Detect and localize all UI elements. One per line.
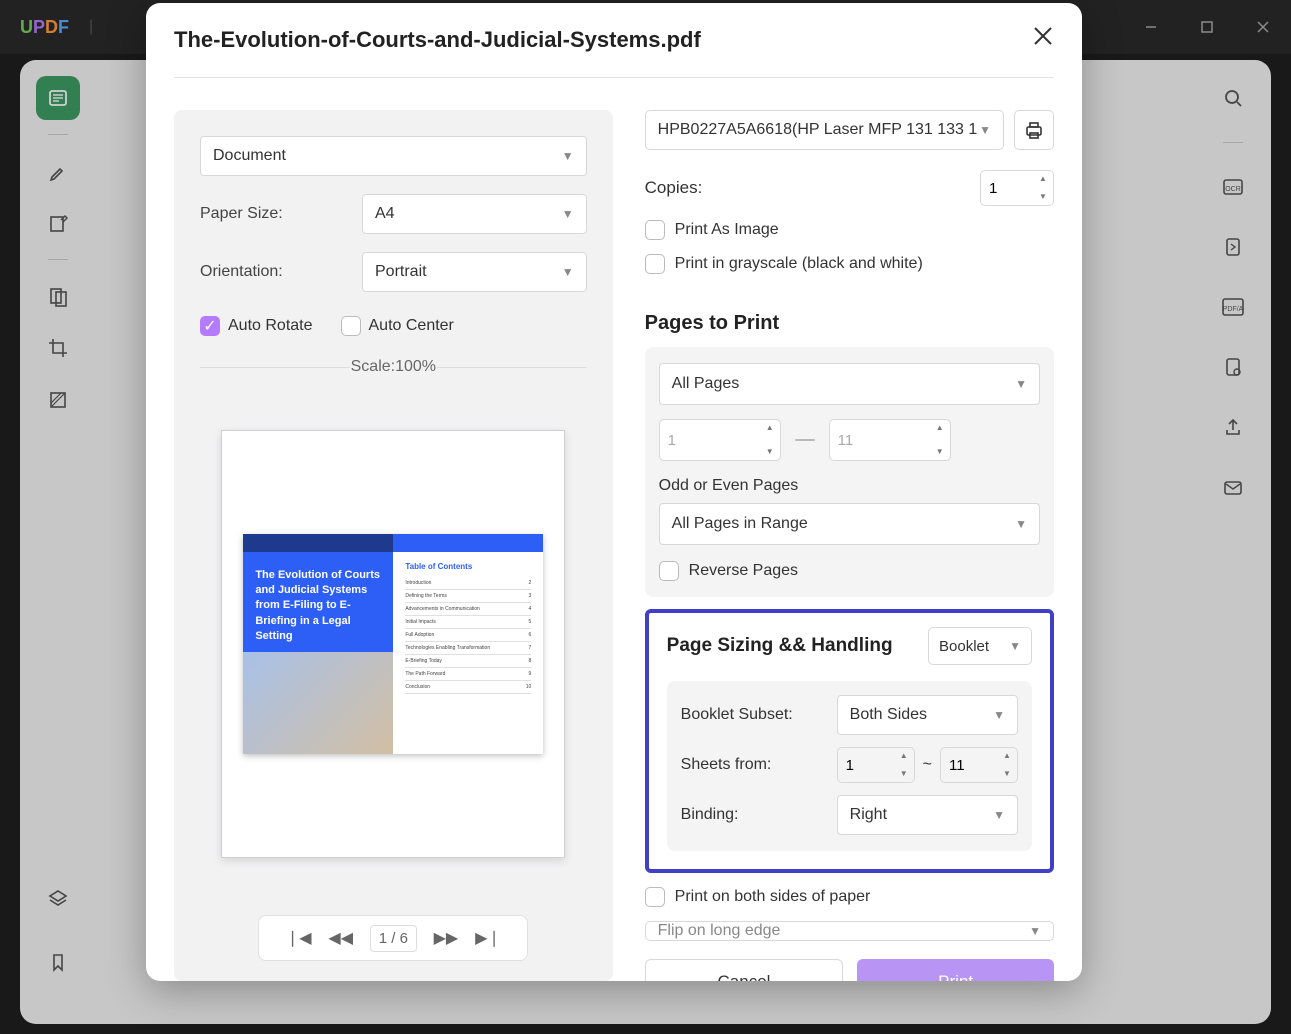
print-mode-value: Document xyxy=(213,147,286,165)
paper-size-select[interactable]: A4 ▼ xyxy=(362,194,587,234)
range-to-field[interactable]: ▲▼ xyxy=(829,419,951,461)
print-dialog: The-Evolution-of-Courts-and-Judicial-Sys… xyxy=(146,3,1082,981)
grayscale-label: Print in grayscale (black and white) xyxy=(675,255,923,273)
step-down[interactable]: ▼ xyxy=(999,768,1015,780)
step-up[interactable]: ▲ xyxy=(932,422,948,434)
preview-pager: ❘◀ ◀◀ 1 / 6 ▶▶ ▶❘ xyxy=(258,915,528,961)
flip-select[interactable]: Flip on long edge ▼ xyxy=(645,921,1054,941)
auto-rotate-checkbox[interactable]: ✓ Auto Rotate xyxy=(200,316,313,336)
print-button[interactable]: Print xyxy=(857,959,1054,981)
checkbox-icon xyxy=(341,316,361,336)
paper-size-value: A4 xyxy=(375,205,395,223)
checkbox-icon xyxy=(645,254,665,274)
printer-properties-button[interactable] xyxy=(1014,110,1054,150)
reverse-pages-checkbox[interactable]: Reverse Pages xyxy=(659,561,1040,581)
odd-even-label: Odd or Even Pages xyxy=(659,477,1040,495)
flip-value: Flip on long edge xyxy=(658,922,781,940)
grayscale-checkbox[interactable]: Print in grayscale (black and white) xyxy=(645,254,1054,274)
prev-page-button[interactable]: ◀◀ xyxy=(328,925,354,951)
paper-size-label: Paper Size: xyxy=(200,205,350,223)
sheets-from-input[interactable] xyxy=(838,757,888,774)
chevron-down-icon: ▼ xyxy=(562,265,574,279)
copies-input[interactable] xyxy=(981,180,1031,197)
close-icon[interactable] xyxy=(1032,25,1054,52)
chevron-down-icon: ▼ xyxy=(993,708,1005,722)
first-page-button[interactable]: ❘◀ xyxy=(286,925,312,951)
chevron-down-icon: ▼ xyxy=(1029,924,1041,938)
step-up[interactable]: ▲ xyxy=(762,422,778,434)
booklet-subset-value: Both Sides xyxy=(850,706,927,724)
copies-label: Copies: xyxy=(645,178,703,198)
step-up[interactable]: ▲ xyxy=(896,750,912,762)
sizing-mode-value: Booklet xyxy=(939,638,989,655)
page-preview: The Evolution of Courts and Judicial Sys… xyxy=(221,430,565,858)
step-down[interactable]: ▼ xyxy=(932,446,948,458)
total-pages: 6 xyxy=(400,930,408,947)
sheets-to-field[interactable]: ▲▼ xyxy=(940,747,1018,783)
toc-title: Table of Contents xyxy=(405,562,531,571)
print-mode-select[interactable]: Document ▼ xyxy=(200,136,587,176)
current-page: 1 xyxy=(379,930,387,947)
page-sizing-section: Page Sizing && Handling Booklet ▼ Booklet… xyxy=(645,609,1054,873)
range-from-input[interactable] xyxy=(660,432,710,449)
print-as-image-label: Print As Image xyxy=(675,221,779,239)
preview-title: The Evolution of Courts and Judicial Sys… xyxy=(243,552,393,653)
checkbox-checked-icon: ✓ xyxy=(200,316,220,336)
binding-label: Binding: xyxy=(681,806,837,824)
step-down[interactable]: ▼ xyxy=(1035,191,1051,203)
chevron-down-icon: ▼ xyxy=(979,123,991,137)
step-up[interactable]: ▲ xyxy=(999,750,1015,762)
print-as-image-checkbox[interactable]: Print As Image xyxy=(645,220,1054,240)
reverse-pages-label: Reverse Pages xyxy=(689,562,798,580)
scale-label: Scale:100% xyxy=(200,358,587,376)
pages-to-print-heading: Pages to Print xyxy=(645,312,1054,335)
chevron-down-icon: ▼ xyxy=(1009,639,1021,653)
checkbox-icon xyxy=(645,220,665,240)
chevron-down-icon: ▼ xyxy=(1015,517,1027,531)
binding-value: Right xyxy=(850,806,887,824)
checkbox-icon xyxy=(659,561,679,581)
step-up[interactable]: ▲ xyxy=(1035,173,1051,185)
binding-select[interactable]: Right ▼ xyxy=(837,795,1018,835)
printer-select[interactable]: HPB0227A5A6618(HP Laser MFP 131 133 1▼ xyxy=(645,110,1004,150)
range-from-field[interactable]: ▲▼ xyxy=(659,419,781,461)
range-dash xyxy=(795,439,815,441)
sheets-to-input[interactable] xyxy=(941,757,991,774)
checkbox-icon xyxy=(645,887,665,907)
last-page-button[interactable]: ▶❘ xyxy=(475,925,501,951)
page-sizing-heading: Page Sizing && Handling xyxy=(667,635,893,657)
booklet-subset-label: Booklet Subset: xyxy=(681,706,837,724)
odd-even-value: All Pages in Range xyxy=(672,515,808,533)
copies-field[interactable]: ▲▼ xyxy=(980,170,1054,206)
both-sides-checkbox[interactable]: Print on both sides of paper xyxy=(645,887,1054,907)
chevron-down-icon: ▼ xyxy=(562,207,574,221)
step-down[interactable]: ▼ xyxy=(896,768,912,780)
odd-even-select[interactable]: All Pages in Range ▼ xyxy=(659,503,1040,545)
chevron-down-icon: ▼ xyxy=(1015,377,1027,391)
range-to-input[interactable] xyxy=(830,432,880,449)
dialog-title: The-Evolution-of-Courts-and-Judicial-Sys… xyxy=(174,27,1054,53)
printer-name: HPB0227A5A6618(HP Laser MFP 131 133 1 xyxy=(658,121,978,139)
step-down[interactable]: ▼ xyxy=(762,446,778,458)
chevron-down-icon: ▼ xyxy=(993,808,1005,822)
auto-rotate-label: Auto Rotate xyxy=(228,317,313,335)
cancel-button[interactable]: Cancel xyxy=(645,959,844,981)
pages-select[interactable]: All Pages ▼ xyxy=(659,363,1040,405)
both-sides-label: Print on both sides of paper xyxy=(675,888,871,906)
pages-value: All Pages xyxy=(672,375,740,393)
auto-center-checkbox[interactable]: Auto Center xyxy=(341,316,454,336)
orientation-select[interactable]: Portrait ▼ xyxy=(362,252,587,292)
sheets-from-label: Sheets from: xyxy=(681,756,837,774)
next-page-button[interactable]: ▶▶ xyxy=(433,925,459,951)
sheets-from-field[interactable]: ▲▼ xyxy=(837,747,915,783)
booklet-subset-select[interactable]: Both Sides ▼ xyxy=(837,695,1018,735)
sizing-mode-select[interactable]: Booklet ▼ xyxy=(928,627,1032,665)
auto-center-label: Auto Center xyxy=(369,317,454,335)
orientation-label: Orientation: xyxy=(200,263,350,281)
chevron-down-icon: ▼ xyxy=(562,149,574,163)
range-tilde: ~ xyxy=(923,756,932,774)
orientation-value: Portrait xyxy=(375,263,427,281)
